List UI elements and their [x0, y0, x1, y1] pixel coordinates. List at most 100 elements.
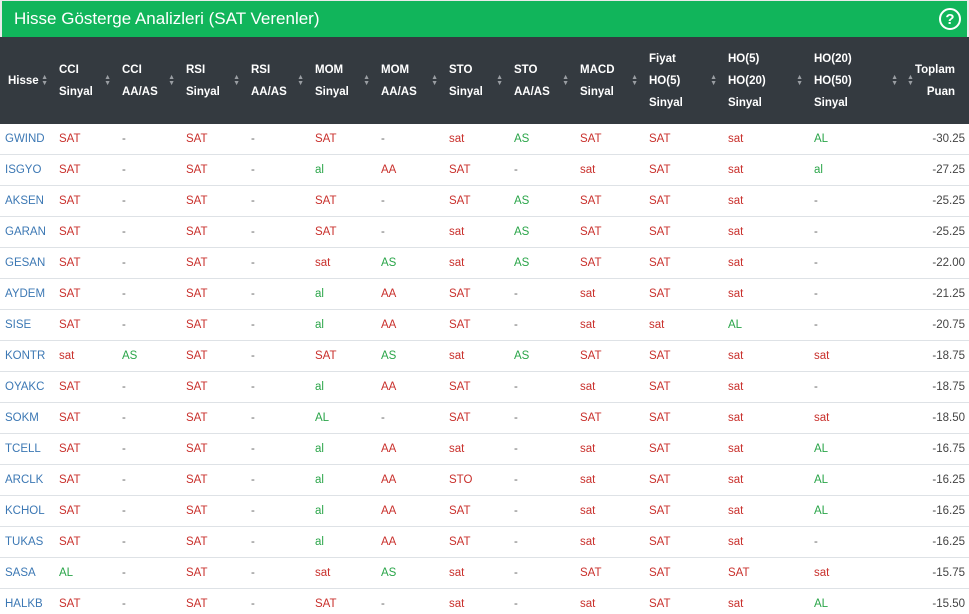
signal-cell: sat [51, 340, 114, 372]
column-header-line: Sinyal [728, 96, 762, 109]
column-header-macd[interactable]: MACD Sinyal ▲ ▼ [572, 37, 641, 124]
signal-cell: - [114, 371, 178, 403]
total-score-cell: -27.25 [901, 154, 969, 186]
sort-arrows-icon[interactable]: ▲ ▼ [710, 74, 717, 87]
signal-cell: SAT [51, 154, 114, 186]
signal-cell: SAT [641, 371, 720, 403]
signal-cell: - [243, 216, 307, 248]
sort-arrows-icon[interactable]: ▲ ▼ [41, 74, 48, 87]
signal-cell: - [506, 526, 572, 558]
column-header-sym[interactable]: Hisse ▲ ▼ [0, 37, 51, 124]
column-header-mom_a[interactable]: MOM AA/AS ▲ ▼ [373, 37, 441, 124]
column-header-label: CCI AA/AS [122, 59, 158, 103]
stock-symbol-link[interactable]: ARCLK [0, 464, 51, 496]
stock-symbol-link[interactable]: HALKB [0, 588, 51, 614]
sort-arrows-icon[interactable]: ▲ ▼ [363, 74, 370, 87]
stock-symbol-link[interactable]: TUKAS [0, 526, 51, 558]
table-row: TCELL SAT - SAT - al AA sat - sat SAT sat AL -16.75 [0, 433, 969, 465]
stock-symbol-link[interactable]: KONTR [0, 340, 51, 372]
signal-cell: - [506, 309, 572, 341]
signal-cell: AA [373, 433, 441, 465]
signal-cell: - [114, 464, 178, 496]
column-header-ho20[interactable]: HO(20) HO(50) Sinyal ▲ ▼ [806, 37, 901, 124]
sort-arrows-icon[interactable]: ▲ ▼ [907, 74, 914, 87]
stock-symbol-link[interactable]: GESAN [0, 247, 51, 279]
signal-cell: AL [806, 464, 901, 496]
column-header-line: RSI [186, 63, 206, 76]
stock-symbol-link[interactable]: AYDEM [0, 278, 51, 310]
stock-symbol-link[interactable]: GWIND [0, 124, 51, 155]
question-circle-icon[interactable]: ? [939, 8, 961, 30]
column-header-line: STO [449, 63, 473, 76]
column-header-sto_s[interactable]: STO Sinyal ▲ ▼ [441, 37, 506, 124]
signal-cell: sat [720, 402, 806, 434]
signal-cell: SAT [572, 557, 641, 589]
signal-cell: - [506, 557, 572, 589]
signal-cell: sat [572, 278, 641, 310]
sort-arrows-icon[interactable]: ▲ ▼ [297, 74, 304, 87]
stock-symbol-link[interactable]: SISE [0, 309, 51, 341]
sort-arrows-icon[interactable]: ▲ ▼ [562, 74, 569, 87]
signal-cell: - [114, 278, 178, 310]
sort-arrows-icon[interactable]: ▲ ▼ [431, 74, 438, 87]
column-header-line: HO(5) [649, 74, 681, 87]
stock-symbol-link[interactable]: OYAKC [0, 371, 51, 403]
signal-cell: SAT [178, 309, 243, 341]
signal-cell: AS [506, 185, 572, 217]
sort-arrows-icon[interactable]: ▲ ▼ [796, 74, 803, 87]
sort-arrows-icon[interactable]: ▲ ▼ [891, 74, 898, 87]
stock-symbol-link[interactable]: SASA [0, 557, 51, 589]
column-header-mom_s[interactable]: MOM Sinyal ▲ ▼ [307, 37, 373, 124]
signal-cell: sat [641, 309, 720, 341]
stock-symbol-link[interactable]: TCELL [0, 433, 51, 465]
signal-cell: - [114, 526, 178, 558]
stock-symbol-link[interactable]: KCHOL [0, 495, 51, 527]
column-header-cci_a[interactable]: CCI AA/AS ▲ ▼ [114, 37, 178, 124]
stock-symbol-link[interactable]: AKSEN [0, 185, 51, 217]
sort-arrows-icon[interactable]: ▲ ▼ [631, 74, 638, 87]
column-header-rsi_s[interactable]: RSI Sinyal ▲ ▼ [178, 37, 243, 124]
signal-cell: SAT [572, 124, 641, 155]
column-header-line: HO(20) [814, 52, 852, 65]
signal-cell: AS [506, 340, 572, 372]
stock-symbol-link[interactable]: ISGYO [0, 154, 51, 186]
signal-cell: AL [806, 495, 901, 527]
signal-cell: - [373, 124, 441, 155]
signal-cell: AA [373, 526, 441, 558]
signal-cell: sat [307, 247, 373, 279]
total-score-cell: -18.50 [901, 402, 969, 434]
column-header-label: MACD Sinyal [580, 59, 615, 103]
column-header-sto_a[interactable]: STO AA/AS ▲ ▼ [506, 37, 572, 124]
sort-arrows-icon[interactable]: ▲ ▼ [496, 74, 503, 87]
signal-cell: AA [373, 278, 441, 310]
analysis-panel: Hisse Gösterge Analizleri (SAT Verenler)… [0, 0, 969, 614]
stock-symbol-link[interactable]: GARAN [0, 216, 51, 248]
sort-arrows-icon[interactable]: ▲ ▼ [168, 74, 175, 87]
column-header-ho5[interactable]: HO(5) HO(20) Sinyal ▲ ▼ [720, 37, 806, 124]
signal-cell: sat [441, 557, 506, 589]
column-header-cci_s[interactable]: CCI Sinyal ▲ ▼ [51, 37, 114, 124]
total-score-cell: -18.75 [901, 340, 969, 372]
column-header-puan[interactable]: Toplam Puan ▲ ▼ [901, 37, 969, 124]
stock-symbol-link[interactable]: SOKM [0, 402, 51, 434]
total-score-cell: -16.25 [901, 495, 969, 527]
signal-cell: SAT [178, 464, 243, 496]
signal-cell: SAT [178, 216, 243, 248]
column-header-fiyat[interactable]: Fiyat HO(5) Sinyal ▲ ▼ [641, 37, 720, 124]
signal-cell: sat [572, 464, 641, 496]
signal-cell: AS [506, 247, 572, 279]
sort-arrows-icon[interactable]: ▲ ▼ [104, 74, 111, 87]
signal-cell: - [114, 309, 178, 341]
column-header-line: HO(50) [814, 74, 852, 87]
column-header-label: STO AA/AS [514, 59, 550, 103]
sort-arrows-icon[interactable]: ▲ ▼ [233, 74, 240, 87]
signal-cell: AL [806, 124, 901, 155]
table-row: GWIND SAT - SAT - SAT - sat AS SAT SAT sat AL -30.25 [0, 124, 969, 155]
signal-cell: sat [441, 433, 506, 465]
signal-cell: sat [307, 557, 373, 589]
column-header-rsi_a[interactable]: RSI AA/AS ▲ ▼ [243, 37, 307, 124]
signal-cell: SAT [51, 402, 114, 434]
signal-cell: - [243, 464, 307, 496]
signal-cell: SAT [641, 464, 720, 496]
column-header-label: RSI Sinyal [186, 59, 220, 103]
